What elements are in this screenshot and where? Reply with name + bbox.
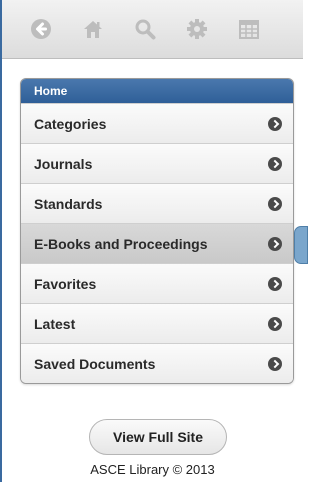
menu-item-label: Latest — [34, 315, 76, 332]
menu-item-favorites[interactable]: Favorites — [21, 263, 293, 303]
calendar-icon[interactable] — [234, 14, 264, 44]
menu-item-label: Saved Documents — [34, 355, 156, 372]
search-icon[interactable] — [130, 14, 160, 44]
menu-item-journals[interactable]: Journals — [21, 143, 293, 183]
navigation-menu: Home Categories Journals Standards E-Boo… — [20, 78, 294, 384]
app-frame: Home Categories Journals Standards E-Boo… — [0, 0, 308, 482]
top-toolbar — [2, 0, 303, 59]
chevron-right-icon — [268, 196, 282, 211]
menu-item-categories[interactable]: Categories — [21, 103, 293, 143]
menu-header-home[interactable]: Home — [21, 79, 293, 103]
menu-item-label: E-Books and Proceedings — [34, 235, 208, 252]
menu-item-label: Categories — [34, 115, 107, 132]
menu-item-standards[interactable]: Standards — [21, 183, 293, 223]
menu-item-latest[interactable]: Latest — [21, 303, 293, 343]
menu-item-ebooks-proceedings[interactable]: E-Books and Proceedings — [21, 223, 293, 263]
chevron-right-icon — [268, 356, 282, 371]
chevron-right-icon — [268, 316, 282, 331]
chevron-right-icon — [268, 276, 282, 291]
menu-item-label: Favorites — [34, 275, 97, 292]
menu-item-label: Journals — [34, 155, 93, 172]
chevron-right-icon — [268, 156, 282, 171]
copyright-text: ASCE Library © 2013 — [90, 462, 215, 477]
settings-icon[interactable] — [182, 14, 212, 44]
view-full-site-button[interactable]: View Full Site — [89, 419, 227, 455]
chevron-right-icon — [268, 116, 282, 131]
menu-item-label: Standards — [34, 195, 103, 212]
home-icon[interactable] — [78, 14, 108, 44]
chevron-right-icon — [268, 236, 282, 251]
back-icon[interactable] — [26, 14, 56, 44]
side-panel-handle[interactable] — [294, 226, 308, 264]
menu-item-saved-documents[interactable]: Saved Documents — [21, 343, 293, 383]
